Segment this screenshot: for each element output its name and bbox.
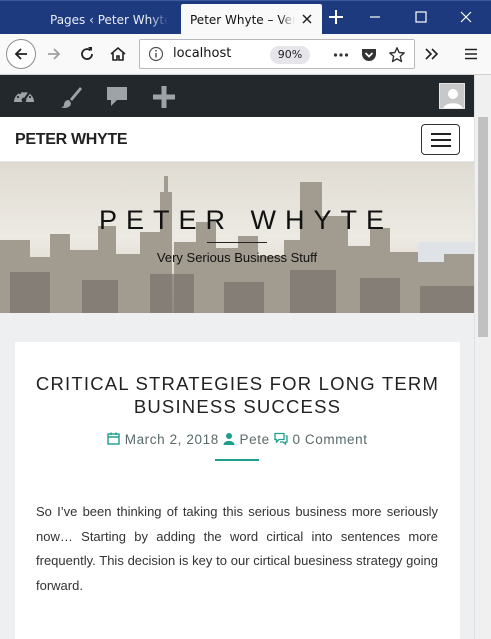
menu-bar — [430, 132, 451, 135]
pocket-icon[interactable] — [360, 46, 378, 64]
site-header: PETER WHYTE — [0, 117, 474, 162]
bookmark-star-icon[interactable] — [388, 46, 406, 64]
back-button[interactable] — [6, 39, 36, 69]
calendar-icon — [107, 432, 121, 448]
home-button[interactable] — [104, 40, 132, 68]
site-info-icon[interactable] — [148, 46, 164, 62]
post-date-link[interactable]: March 2, 2018 — [125, 432, 219, 447]
site-tagline: Very Serious Business Stuff — [156, 250, 318, 265]
post-excerpt: So I’ve been thinking of taking this ser… — [36, 504, 438, 593]
new-content-plus-icon[interactable] — [151, 84, 177, 110]
hamburger-menu-icon — [465, 48, 477, 60]
scrollbar-thumb[interactable] — [478, 117, 488, 337]
tab-title: Peter Whyte – Very Serious Business Stuf… — [190, 12, 295, 27]
minimize-window-icon[interactable] — [365, 7, 385, 27]
wp-admin-bar — [0, 75, 474, 117]
menu-bar — [430, 144, 451, 147]
hero-divider — [207, 242, 267, 243]
browser-tab-site[interactable]: Peter Whyte – Very Serious Business Stuf… — [181, 4, 322, 35]
maximize-window-icon[interactable] — [411, 7, 431, 27]
comments-icon[interactable] — [104, 84, 130, 110]
new-tab-plus-icon[interactable] — [327, 8, 345, 26]
zoom-level-badge[interactable]: 90% — [270, 46, 310, 64]
forward-button[interactable] — [40, 40, 68, 68]
url-bar[interactable]: localhost 90% — [139, 39, 415, 69]
close-tab-icon[interactable] — [300, 12, 314, 26]
post-author-link[interactable]: Pete — [240, 432, 270, 447]
forward-icon — [48, 48, 61, 60]
customize-brush-icon[interactable] — [58, 84, 84, 110]
post-comments-link[interactable]: 0 Comment — [292, 432, 367, 447]
comments-icon — [274, 432, 288, 448]
url-text[interactable]: localhost — [173, 46, 231, 61]
hero-banner: PETER WHYTE Very Serious Business Stuff — [0, 162, 474, 313]
hero-site-title[interactable]: PETER WHYTE — [0, 205, 474, 236]
overflow-icon — [425, 48, 439, 60]
meta-divider — [215, 459, 259, 461]
reload-icon — [81, 47, 93, 60]
tab-title: Pages ‹ Peter Whyte — WordPress — [50, 12, 168, 27]
post-meta: March 2, 2018 Pete 0 Comment — [15, 432, 460, 448]
browser-titlebar: Pages ‹ Peter Whyte — WordPress Peter Wh… — [0, 0, 491, 35]
city-skyline-image — [0, 162, 474, 313]
post-title-link[interactable]: CRITICAL STRATEGIES FOR LONG TERM BUSINE… — [35, 372, 440, 418]
dashboard-icon[interactable] — [11, 84, 37, 110]
close-window-icon[interactable] — [456, 7, 476, 27]
back-icon — [14, 48, 27, 60]
page-scrollbar[interactable] — [474, 75, 491, 639]
browser-toolbar: localhost 90% — [0, 34, 491, 75]
browser-tab-pages[interactable]: Pages ‹ Peter Whyte — WordPress — [40, 4, 180, 35]
page-viewport: PETER WHYTE PETER WHYTE Very Serious Bus… — [0, 75, 474, 639]
user-icon — [223, 432, 235, 448]
menu-toggle-button[interactable] — [421, 124, 460, 155]
site-name-link[interactable]: PETER WHYTE — [15, 131, 128, 149]
user-avatar[interactable] — [439, 83, 465, 109]
overflow-button[interactable] — [418, 40, 446, 68]
page-actions-icon[interactable] — [332, 46, 350, 64]
home-icon — [110, 46, 126, 61]
reload-button[interactable] — [73, 40, 101, 68]
menu-bar — [430, 138, 451, 141]
browser-menu-button[interactable] — [457, 40, 485, 68]
post-card: CRITICAL STRATEGIES FOR LONG TERM BUSINE… — [15, 342, 460, 639]
